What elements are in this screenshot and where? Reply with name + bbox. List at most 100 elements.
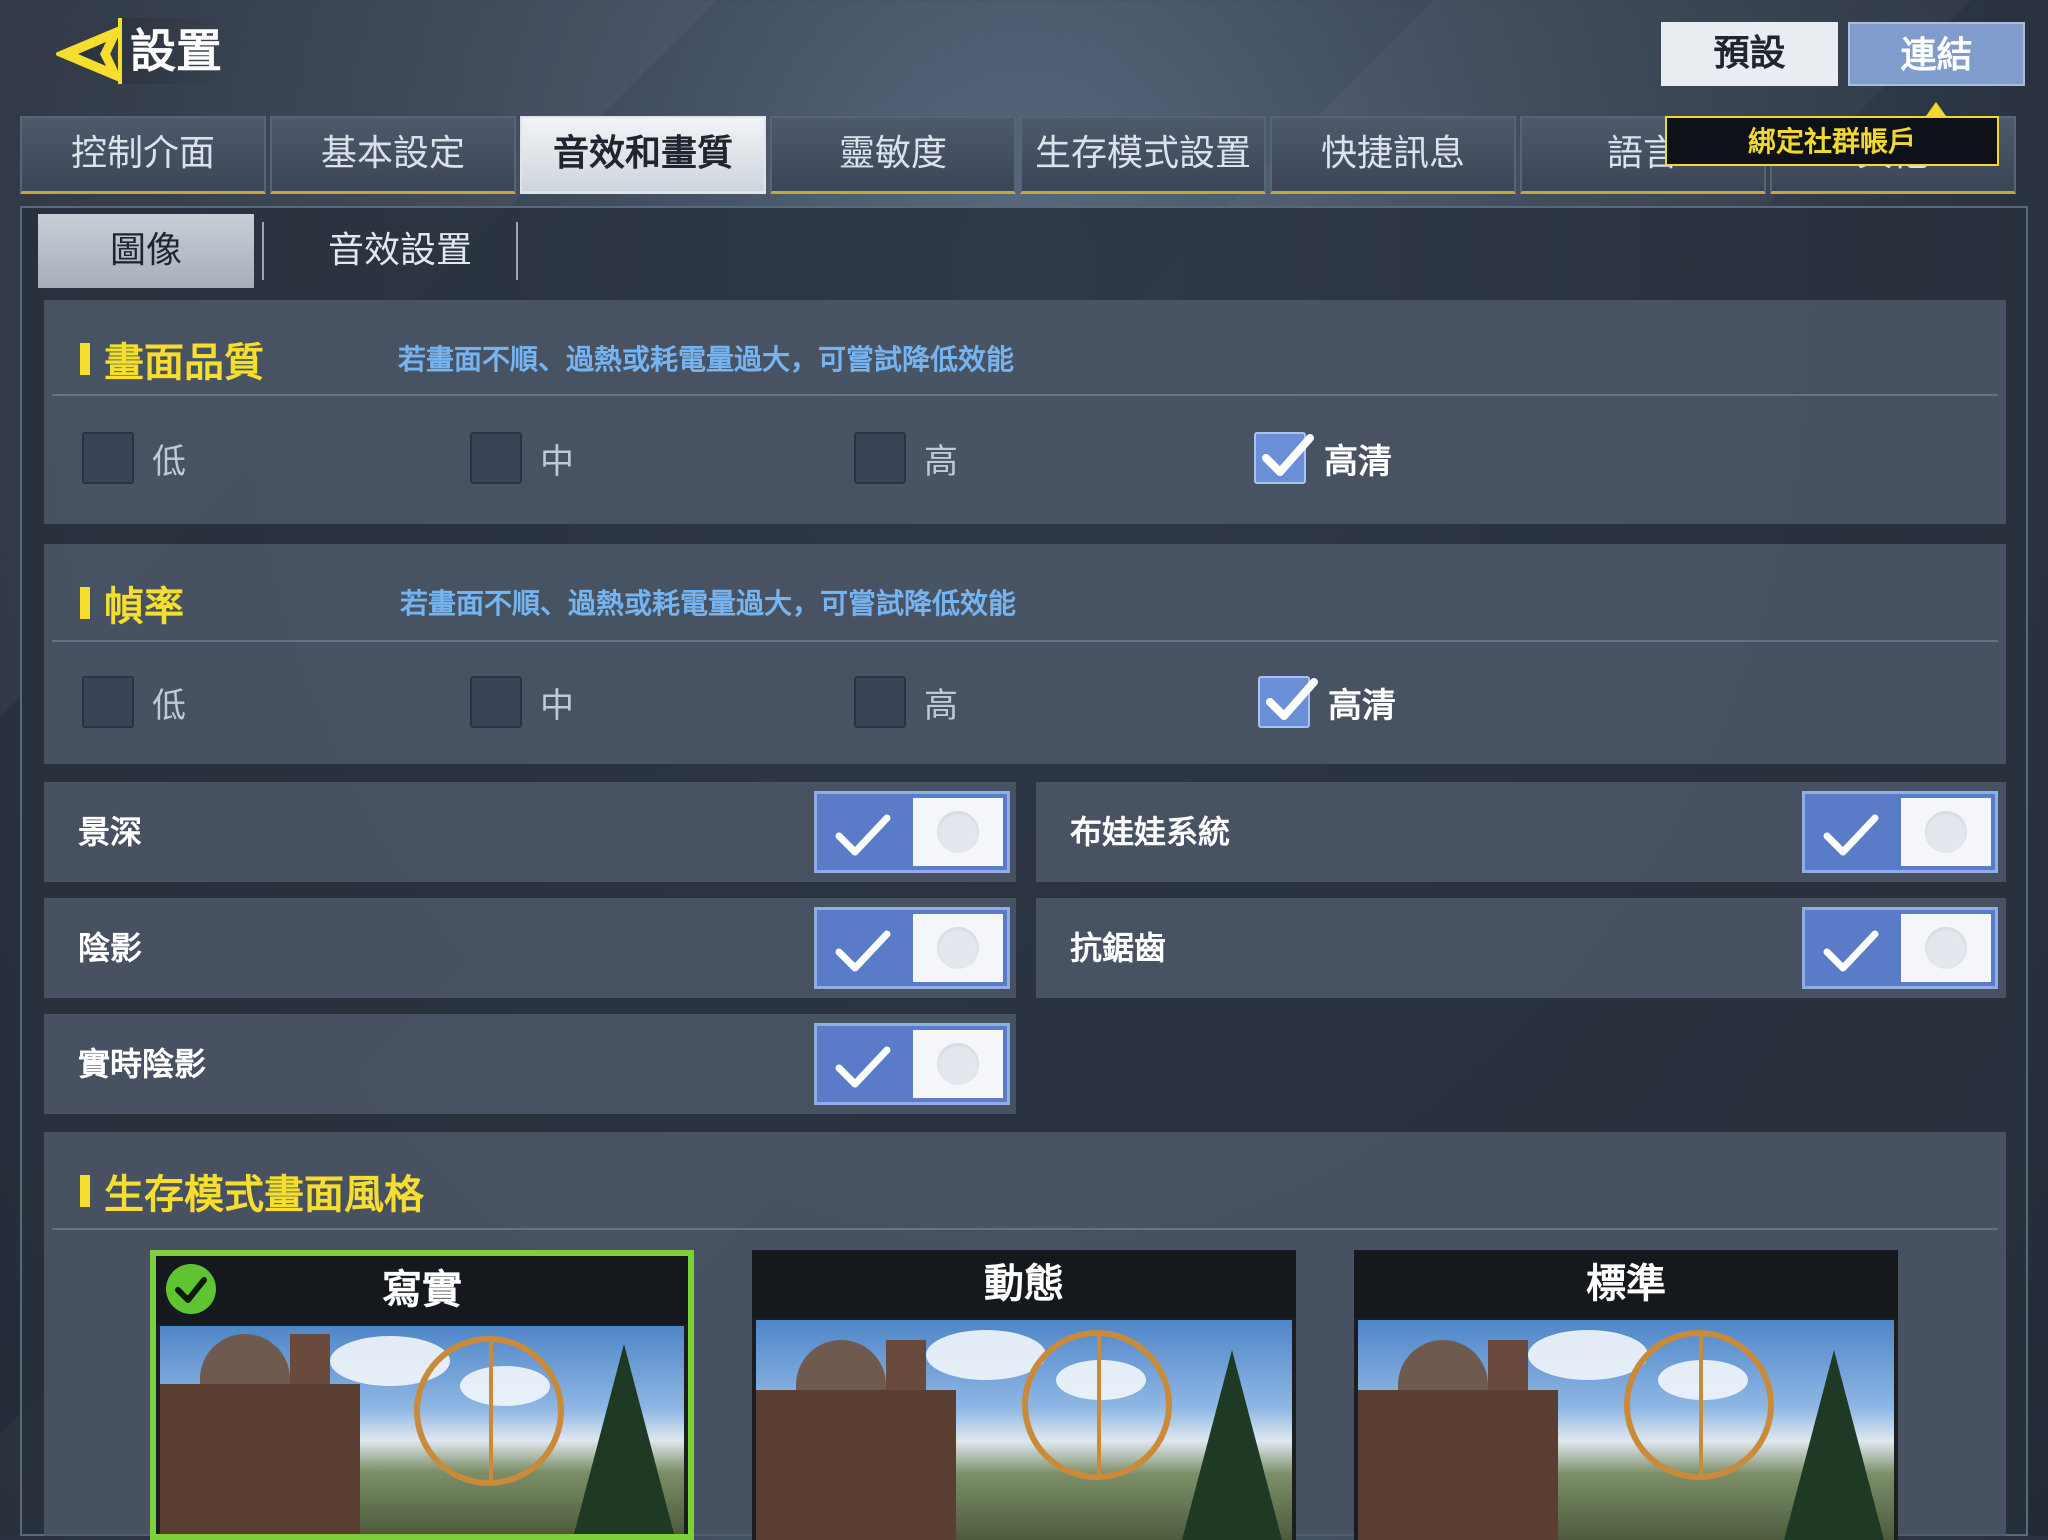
checkmark-icon — [835, 930, 891, 972]
quality-option-medium[interactable]: 中 — [470, 432, 574, 484]
option-label: 高 — [924, 685, 958, 726]
checkbox[interactable] — [854, 676, 906, 728]
ferris-wheel — [1624, 1330, 1774, 1480]
toggle-row-shadow: 陰影 — [44, 898, 1016, 998]
option-label: 低 — [152, 685, 186, 726]
preset-button[interactable]: 預設 — [1661, 22, 1838, 86]
link-account-button[interactable]: 連結 — [1848, 22, 2025, 86]
toggle-label: 陰影 — [78, 929, 143, 967]
option-label: 高清 — [1324, 441, 1392, 482]
back-arrow-icon[interactable] — [50, 20, 125, 88]
style-preview-image — [1358, 1320, 1894, 1540]
style-preview-image — [160, 1326, 684, 1534]
checkbox-checked[interactable] — [1254, 432, 1314, 484]
link-account-tooltip[interactable]: 綁定社群帳戶 — [1665, 116, 1999, 166]
divider — [52, 640, 1998, 642]
toggle-knob — [1925, 927, 1967, 969]
ragdoll-toggle[interactable] — [1802, 791, 1998, 873]
framerate-section: 幀率 若畫面不順、過熱或耗電量過大，可嘗試降低效能 低 中 高 高清 — [44, 544, 2006, 764]
framerate-option-high[interactable]: 高 — [854, 676, 958, 728]
dof-toggle[interactable] — [814, 791, 1010, 873]
toggle-row-realtime-shadow: 實時陰影 — [44, 1014, 1016, 1114]
style-card-realistic[interactable]: 寫實 — [150, 1250, 694, 1540]
style-card-title: 寫實 — [156, 1256, 688, 1324]
option-label: 高 — [924, 441, 958, 482]
section-marker — [80, 587, 90, 619]
pine-tree — [1784, 1350, 1884, 1540]
tab-br-settings[interactable]: 生存模式設置 — [1020, 116, 1266, 194]
tab-quick-chat[interactable]: 快捷訊息 — [1270, 116, 1516, 194]
realtime-shadow-toggle[interactable] — [814, 1023, 1010, 1105]
option-label: 中 — [540, 441, 574, 482]
style-card-standard[interactable]: 標準 — [1354, 1250, 1898, 1540]
style-card-title: 標準 — [1354, 1250, 1898, 1318]
framerate-option-low[interactable]: 低 — [82, 676, 186, 728]
section-marker — [80, 343, 90, 375]
framerate-hint: 若畫面不順、過熱或耗電量過大，可嘗試降低效能 — [400, 587, 1017, 620]
style-card-title: 動態 — [752, 1250, 1296, 1318]
checkbox[interactable] — [82, 676, 134, 728]
toggle-knob-track — [1901, 914, 1991, 982]
checkbox[interactable] — [82, 432, 134, 484]
checkbox[interactable] — [470, 676, 522, 728]
quality-section: 畫面品質 若畫面不順、過熱或耗電量過大，可嘗試降低效能 低 中 高 高清 — [44, 300, 2006, 524]
style-header: 生存模式畫面風格 — [80, 1162, 424, 1220]
toggle-label: 抗鋸齒 — [1070, 929, 1167, 967]
church-building — [756, 1390, 956, 1540]
toggle-label: 實時陰影 — [78, 1045, 207, 1083]
toggle-row-ragdoll: 布娃娃系統 — [1036, 782, 2006, 882]
style-preview-image — [756, 1320, 1292, 1540]
quality-option-hd[interactable]: 高清 — [1254, 432, 1392, 484]
framerate-title: 幀率 — [104, 584, 184, 630]
tooltip-arrow — [1926, 102, 1946, 116]
toggle-knob — [1925, 811, 1967, 853]
church-building — [160, 1384, 360, 1534]
pine-tree — [574, 1344, 674, 1534]
section-marker — [80, 1175, 90, 1207]
toggle-knob-track — [913, 1030, 1003, 1098]
toggle-knob — [937, 927, 979, 969]
shadow-toggle[interactable] — [814, 907, 1010, 989]
toggle-knob — [937, 1043, 979, 1085]
option-label: 中 — [540, 685, 574, 726]
framerate-header: 幀率 — [80, 574, 184, 632]
checkmark-icon — [1823, 814, 1879, 856]
toggle-knob-track — [913, 914, 1003, 982]
framerate-option-hd[interactable]: 高清 — [1258, 676, 1396, 728]
selected-check-icon — [166, 1264, 216, 1314]
toggle-knob — [937, 811, 979, 853]
checkmark-icon — [1823, 930, 1879, 972]
subtab-audio[interactable]: 音效設置 — [292, 214, 508, 288]
subtab-divider — [516, 222, 518, 280]
option-label: 低 — [152, 441, 186, 482]
framerate-option-medium[interactable]: 中 — [470, 676, 574, 728]
church-building — [1358, 1390, 1558, 1540]
quality-option-high[interactable]: 高 — [854, 432, 958, 484]
toggle-knob-track — [1901, 798, 1991, 866]
tab-sensitivity[interactable]: 靈敏度 — [770, 116, 1016, 194]
pine-tree — [1182, 1350, 1282, 1540]
toggle-row-dof: 景深 — [44, 782, 1016, 882]
sub-tabs: 圖像 音效設置 — [38, 214, 546, 288]
subtab-graphics[interactable]: 圖像 — [38, 214, 254, 288]
toggle-label: 景深 — [78, 813, 143, 851]
quality-header: 畫面品質 — [80, 330, 264, 388]
tab-audio-graphics[interactable]: 音效和畫質 — [520, 116, 766, 194]
tab-controls[interactable]: 控制介面 — [20, 116, 266, 194]
tab-basic[interactable]: 基本設定 — [270, 116, 516, 194]
checkbox-checked[interactable] — [1258, 676, 1318, 728]
ferris-wheel — [414, 1336, 564, 1486]
toggle-row-antialias: 抗鋸齒 — [1036, 898, 2006, 998]
checkmark-icon — [835, 1046, 891, 1088]
style-card-dynamic[interactable]: 動態 — [752, 1250, 1296, 1540]
quality-hint: 若畫面不順、過熱或耗電量過大，可嘗試降低效能 — [398, 343, 1015, 376]
style-title: 生存模式畫面風格 — [104, 1172, 424, 1218]
divider — [52, 394, 1998, 396]
page-title: 設置 — [118, 18, 230, 84]
checkmark-icon — [1266, 678, 1318, 720]
option-label: 高清 — [1328, 685, 1396, 726]
quality-option-low[interactable]: 低 — [82, 432, 186, 484]
checkbox[interactable] — [470, 432, 522, 484]
checkbox[interactable] — [854, 432, 906, 484]
antialias-toggle[interactable] — [1802, 907, 1998, 989]
